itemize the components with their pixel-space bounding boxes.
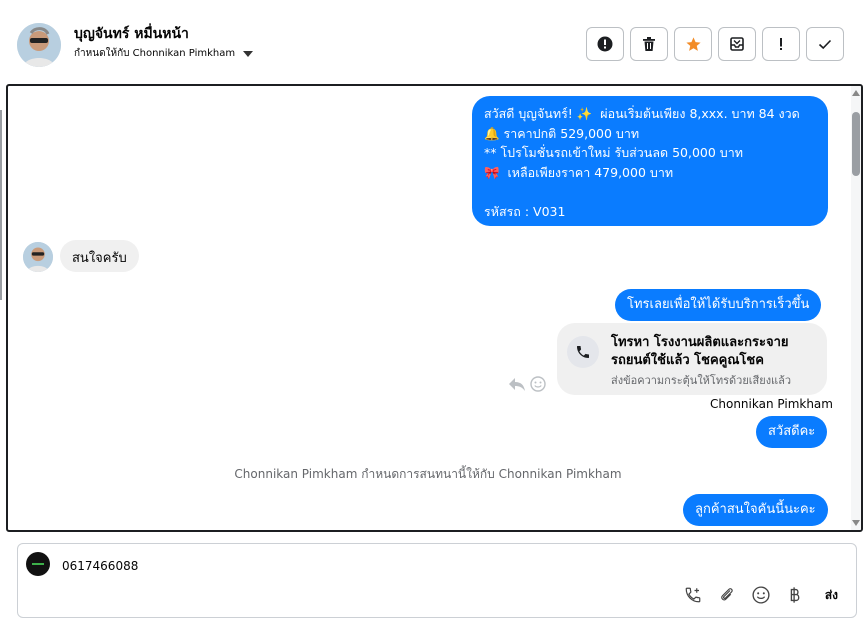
outgoing-message-bubble[interactable]: โทรเลยเพื่อให้ได้รับบริการเร็วขึ้น [615, 289, 822, 321]
promo-line [484, 182, 816, 202]
baht-icon [790, 587, 800, 603]
page-avatar [26, 552, 50, 576]
send-button[interactable]: ส่ง [825, 586, 838, 605]
scroll-down-arrow-icon[interactable] [852, 520, 860, 526]
promo-line: ** โปรโมชั่นรถเข้าใหม่ รับส่วนลด 50,000 … [484, 145, 743, 160]
promo-line: 🔔 ราคาปกติ 529,000 บาท [484, 125, 640, 141]
system-message: Chonnikan Pimkham กำหนดการสนทนานี้ให้กับ… [234, 467, 622, 481]
scroll-up-arrow-icon[interactable] [852, 90, 860, 96]
caret-down-icon [243, 50, 254, 57]
thread-scrollbar[interactable] [851, 86, 861, 530]
call-card-title: โทรหา โรงงานผลิตและกระจาย รถยนต์ใช้แล้ว … [611, 335, 789, 368]
emoji-react-icon[interactable] [530, 376, 546, 392]
delete-button[interactable] [630, 27, 668, 61]
promo-message-bubble[interactable]: สวัสดี บุญจันทร์! ✨ ผ่อนเริ่มต้นเพียง 8,… [472, 96, 828, 226]
composer-input[interactable]: 0617466088 [62, 559, 138, 573]
panel-divider [0, 110, 2, 300]
outgoing-message-bubble[interactable]: ลูกค้าสนใจคันนี้นะคะ [683, 494, 828, 526]
mark-done-button[interactable] [806, 27, 844, 61]
message-thread: สวัสดี บุญจันทร์! ✨ ผ่อนเริ่มต้นเพียง 8,… [6, 84, 863, 532]
payment-button[interactable] [785, 585, 805, 605]
call-request-card[interactable]: โทรหา โรงงานผลิตและกระจาย รถยนต์ใช้แล้ว … [557, 323, 827, 395]
star-icon [685, 36, 701, 51]
contact-avatar[interactable] [17, 23, 61, 67]
check-icon [818, 39, 832, 50]
mark-spam-button[interactable] [586, 27, 624, 61]
emoji-button[interactable] [751, 585, 771, 605]
assignee-label: กำหนดให้กับ Chonnikan Pimkham [74, 48, 236, 59]
sender-name: Chonnikan Pimkham [710, 397, 833, 411]
contact-avatar-small [23, 242, 53, 272]
page-logo-icon [32, 563, 44, 565]
phone-icon [567, 336, 599, 368]
promo-line: สวัสดี บุญจันทร์! ✨ ผ่อนเริ่มต้นเพียง 8,… [484, 106, 800, 121]
contact-name[interactable]: บุญจันทร์ หมื่นหน้า [74, 23, 189, 45]
add-call-button[interactable] [683, 585, 703, 605]
reply-icon[interactable] [508, 376, 526, 392]
outgoing-message-bubble[interactable]: สวัสดีคะ [756, 416, 828, 448]
star-button[interactable] [674, 27, 712, 61]
assignee-dropdown[interactable]: กำหนดให้กับ Chonnikan Pimkham [74, 46, 254, 61]
incoming-message-bubble[interactable]: สนใจครับ [60, 240, 139, 272]
promo-line: รหัสรถ : V031 [484, 203, 566, 219]
composer-tools: ส่ง [683, 585, 838, 605]
message-composer[interactable]: 0617466088 ส่ง [17, 543, 857, 618]
call-card-subtitle: ส่งข้อความกระตุ้นให้โทรด้วยเสียงแล้ว [611, 374, 792, 387]
trash-icon [643, 37, 655, 51]
conversation-header: บุญจันทร์ หมื่นหน้า กำหนดให้กับ Chonnika… [6, 6, 863, 84]
action-toolbar [586, 27, 844, 61]
add-call-icon [685, 587, 701, 603]
mark-important-button[interactable] [762, 27, 800, 61]
alert-circle-icon [597, 36, 613, 52]
attach-button[interactable] [717, 585, 737, 605]
message-actions [508, 376, 546, 392]
scroll-thumb[interactable] [852, 112, 860, 176]
exclamation-icon [780, 38, 782, 50]
promo-line: 🎀 เหลือเพียงราคา 479,000 บาท [484, 164, 674, 180]
move-to-inbox-button[interactable] [718, 27, 756, 61]
emoji-icon [752, 586, 770, 604]
archive-icon [730, 37, 744, 51]
attachment-icon [720, 588, 733, 601]
